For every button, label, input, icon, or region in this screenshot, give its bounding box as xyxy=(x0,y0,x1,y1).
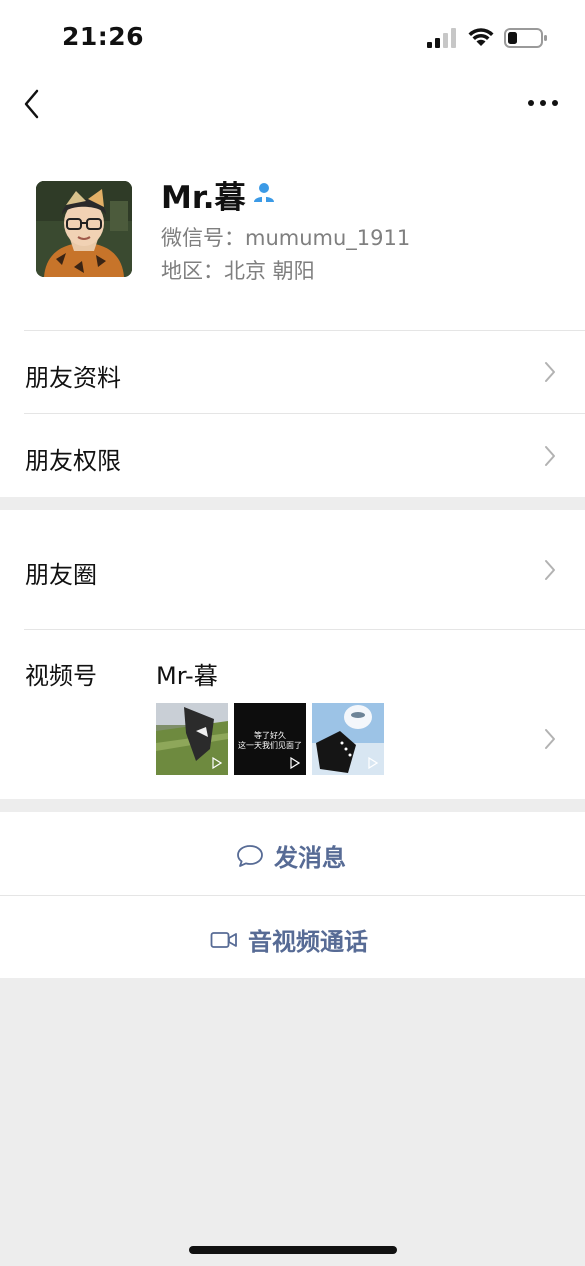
profile-name: Mr.暮 xyxy=(161,180,246,216)
chevron-right-icon xyxy=(545,729,555,749)
friend-permissions-label: 朋友权限 xyxy=(25,447,121,475)
battery-icon xyxy=(504,28,547,48)
friend-info-label: 朋友资料 xyxy=(25,364,121,392)
friend-permissions-row[interactable]: 朋友权限 xyxy=(0,414,585,497)
status-time: 21:26 xyxy=(62,22,145,51)
avatar[interactable] xyxy=(36,181,132,277)
back-icon[interactable] xyxy=(22,88,42,120)
thumb-caption-line1: 等了好久 xyxy=(254,731,286,740)
channel-thumb[interactable] xyxy=(312,703,384,775)
video-call-label: 音视频通话 xyxy=(248,928,368,956)
thumb-caption-line2: 这一天我们见面了 xyxy=(238,741,302,750)
video-call-button[interactable]: 音视频通话 xyxy=(0,896,585,979)
moments-row[interactable]: 朋友圈 xyxy=(0,510,585,629)
play-icon xyxy=(212,757,222,769)
friend-info-row[interactable]: 朋友资料 xyxy=(0,331,585,413)
nav-bar xyxy=(0,78,585,130)
message-bubble-icon xyxy=(237,844,263,867)
channels-label: 视频号 xyxy=(25,662,97,690)
more-icon[interactable] xyxy=(526,96,560,110)
play-icon xyxy=(290,757,300,769)
moments-channels-section: 朋友圈 视频号 Mr-暮 等了好久 这一天我们见面了 xyxy=(0,510,585,799)
moments-label: 朋友圈 xyxy=(25,561,97,589)
chevron-right-icon xyxy=(545,560,555,580)
region: 地区：北京 朝阳 xyxy=(161,259,315,283)
signal-icon xyxy=(427,28,456,48)
contact-icon xyxy=(254,183,274,202)
video-camera-icon xyxy=(210,931,237,948)
profile-header: Mr.暮 微信号：mumumu_1911 地区：北京 朝阳 xyxy=(0,150,585,330)
play-icon xyxy=(368,757,378,769)
status-bar: 21:26 xyxy=(0,0,585,78)
wifi-icon xyxy=(468,28,494,46)
channel-thumb[interactable] xyxy=(156,703,228,775)
send-message-button[interactable]: 发消息 xyxy=(0,812,585,895)
wechat-id: 微信号：mumumu_1911 xyxy=(161,226,411,250)
channels-name: Mr-暮 xyxy=(156,662,218,690)
actions-section: 发消息 音视频通话 xyxy=(0,812,585,978)
channel-thumb[interactable]: 等了好久 这一天我们见面了 xyxy=(234,703,306,775)
home-indicator[interactable] xyxy=(189,1246,397,1254)
send-message-label: 发消息 xyxy=(274,844,346,872)
chevron-right-icon xyxy=(545,446,555,466)
chevron-right-icon xyxy=(545,362,555,382)
